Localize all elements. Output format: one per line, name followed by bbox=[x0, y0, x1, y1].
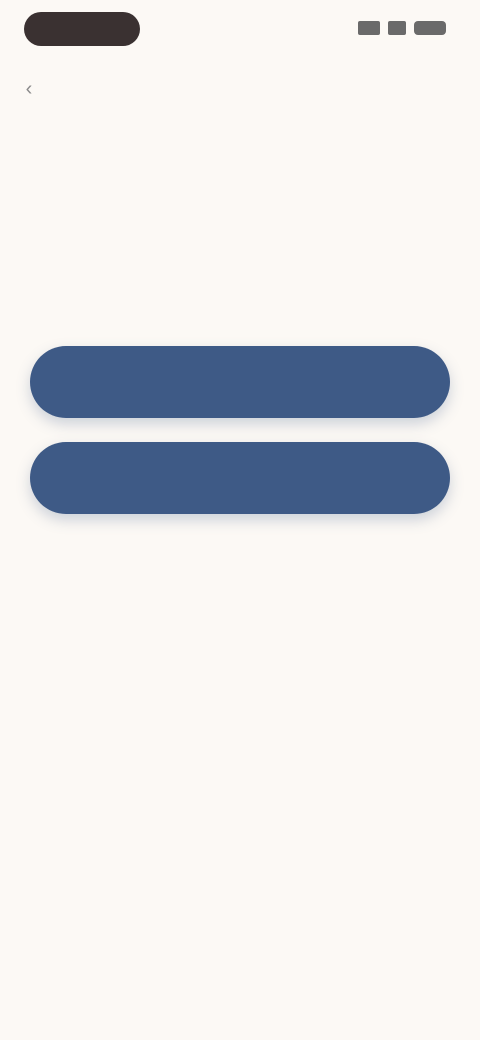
chevron-left-icon: ‹ bbox=[25, 77, 33, 100]
primary-action-button[interactable] bbox=[30, 346, 450, 418]
wifi-icon bbox=[388, 21, 406, 35]
status-bar bbox=[0, 0, 480, 56]
status-time bbox=[24, 12, 140, 46]
signal-icon bbox=[358, 21, 380, 35]
battery-icon bbox=[414, 21, 446, 35]
back-button[interactable]: ‹ bbox=[14, 74, 44, 104]
status-icons bbox=[358, 18, 446, 38]
secondary-action-button[interactable] bbox=[30, 442, 450, 514]
